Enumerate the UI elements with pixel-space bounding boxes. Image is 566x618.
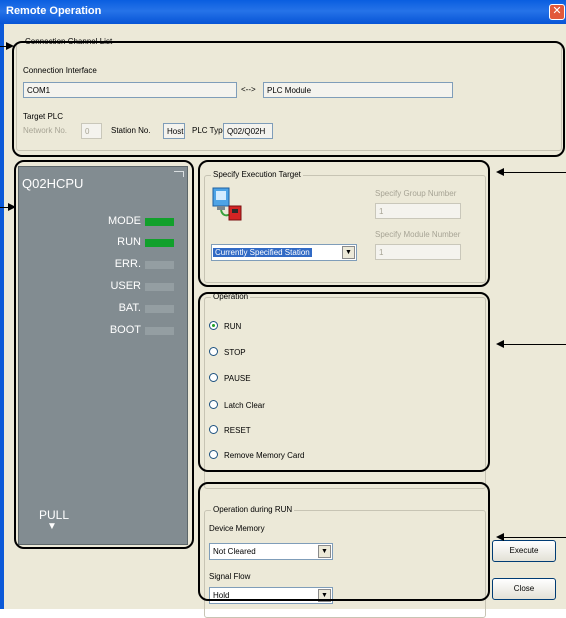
execute-button[interactable]: Execute xyxy=(492,540,556,562)
callout-arrow-target xyxy=(503,172,566,173)
remote-operation-window: Remote Operation ✕ Connection Channel Li… xyxy=(0,0,566,618)
callout-box-operation xyxy=(198,292,490,472)
callout-arrow-during-run xyxy=(503,537,566,538)
callout-box-during-run xyxy=(198,482,490,601)
callout-box-target xyxy=(198,160,490,287)
callout-box-cpu-panel xyxy=(14,160,194,549)
title-bar[interactable]: Remote Operation ✕ xyxy=(0,0,566,24)
callout-arrow-operation xyxy=(503,344,566,345)
close-button[interactable]: Close xyxy=(492,578,556,600)
callout-box-connection xyxy=(12,41,565,157)
close-icon[interactable]: ✕ xyxy=(549,4,565,20)
window-title: Remote Operation xyxy=(6,5,102,17)
callout-arrowhead-cpu xyxy=(8,203,16,211)
callout-arrowhead-connection xyxy=(6,42,14,50)
